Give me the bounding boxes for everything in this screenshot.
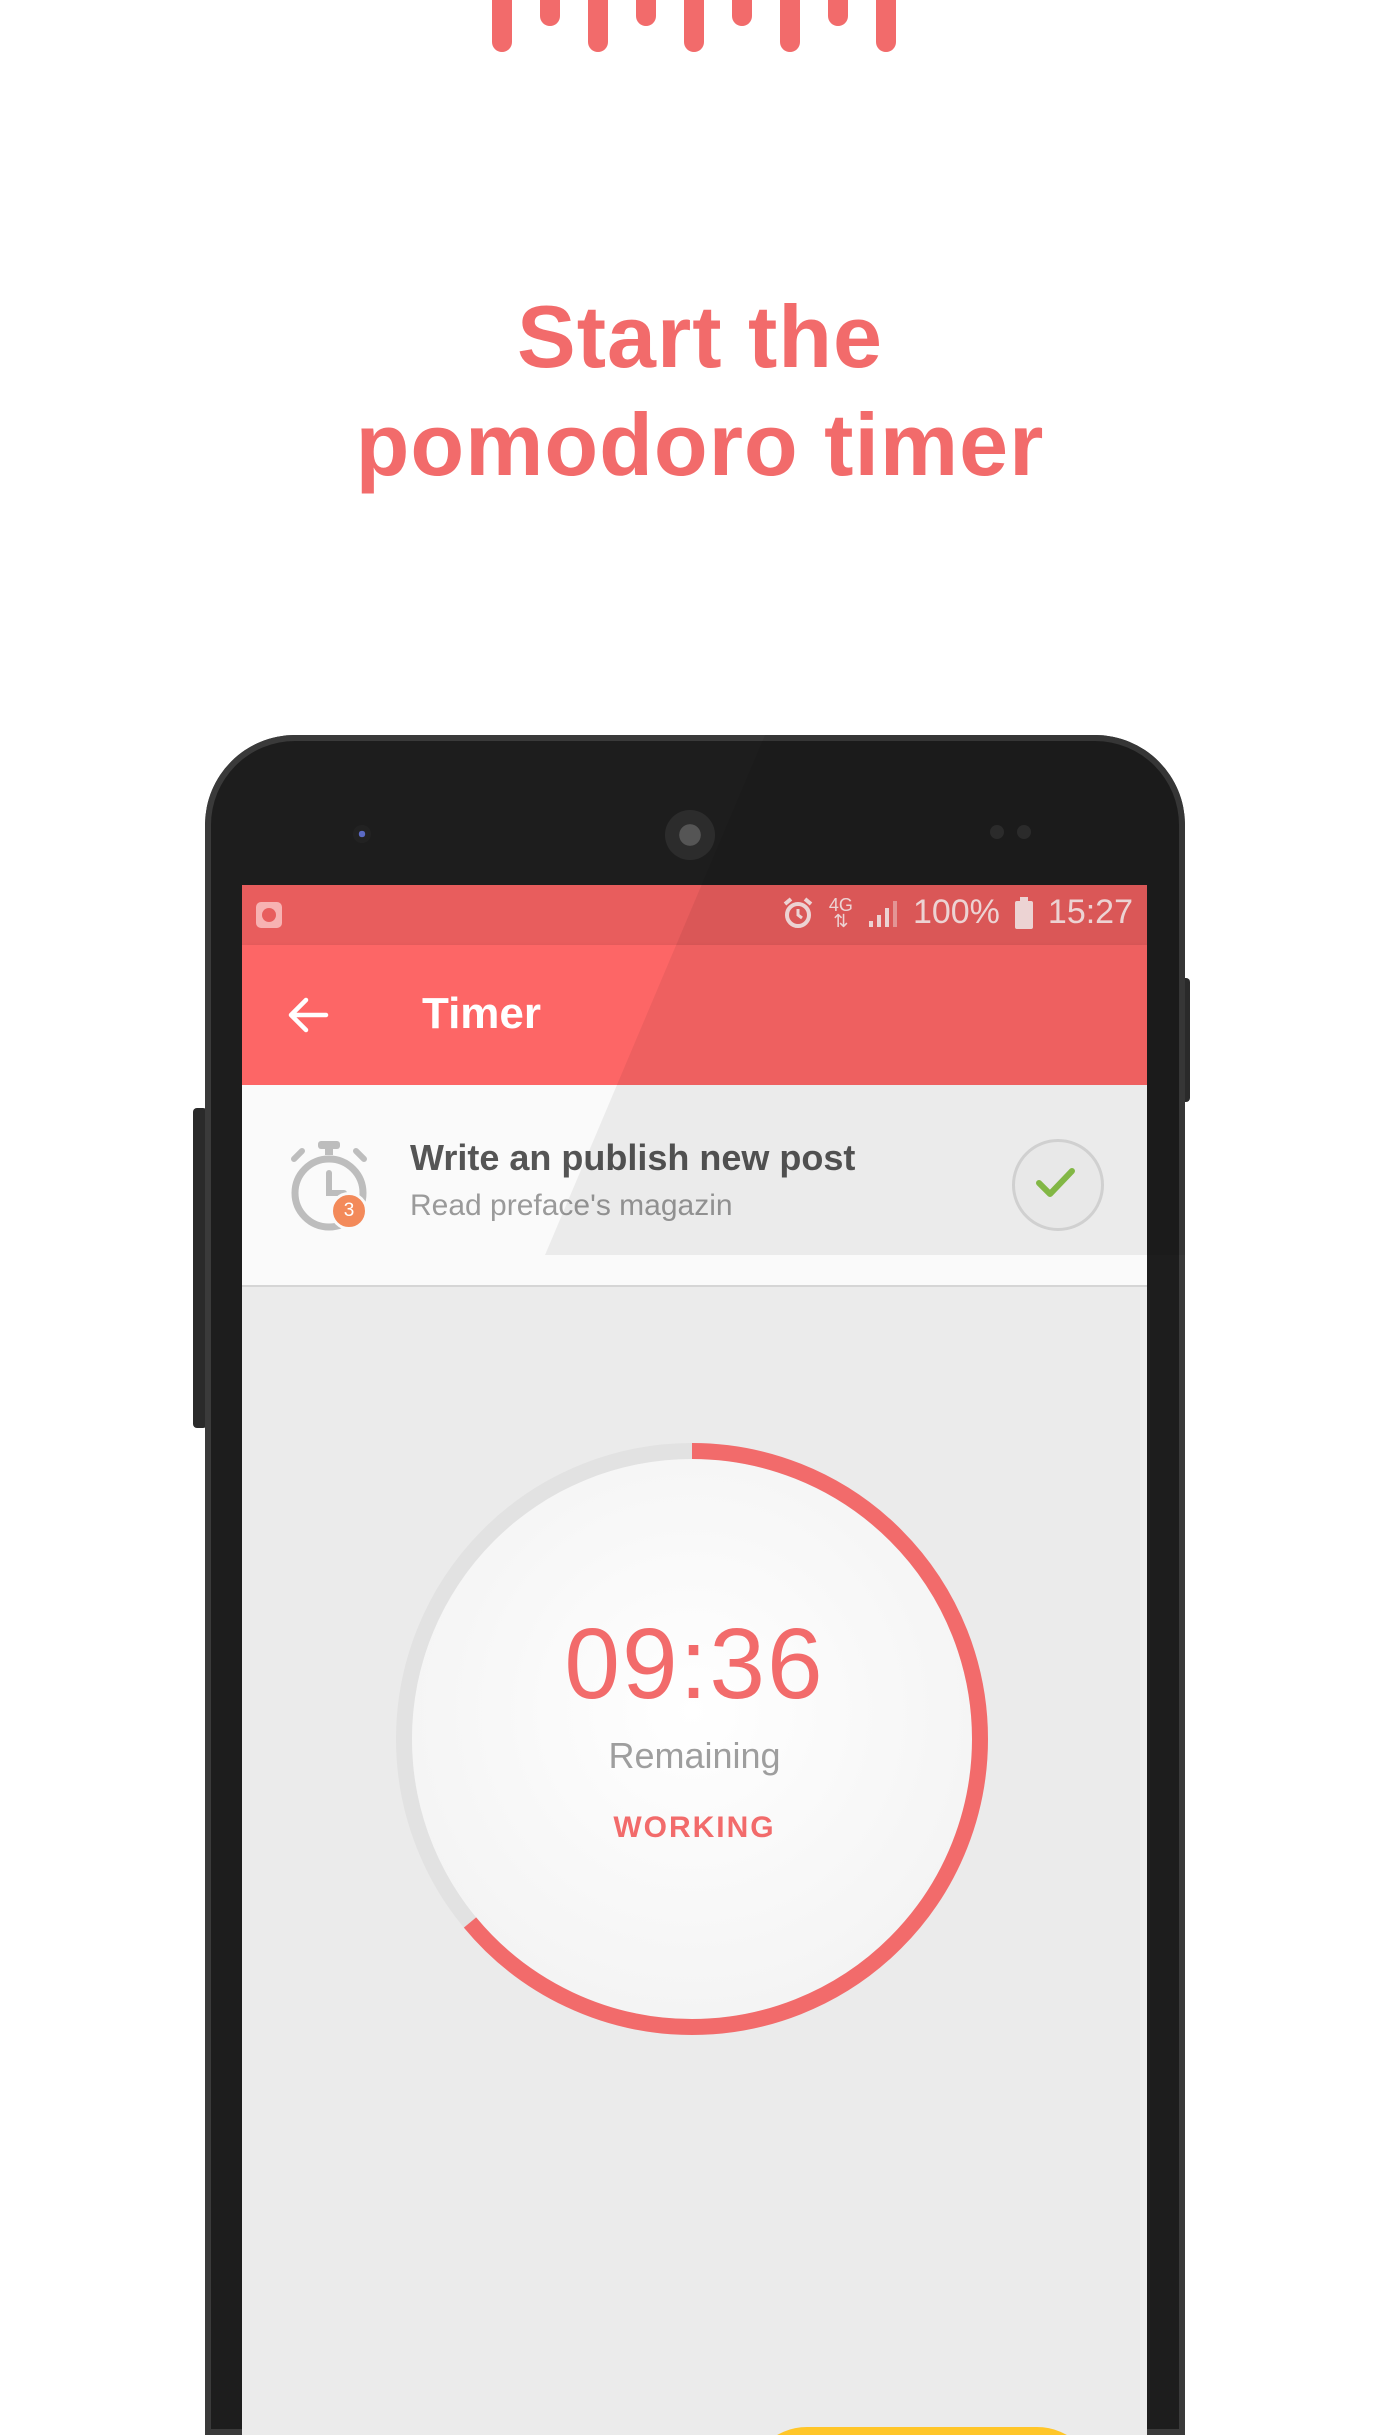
deco-bar [636,0,656,26]
phone-camera [353,825,371,843]
timer-action-button[interactable] [747,2427,1097,2435]
deco-bar [732,0,752,26]
decorative-bars [480,0,920,60]
signal-icon [868,900,897,927]
headline: Start the pomodoro timer [0,283,1400,499]
status-icons: 4G ⇅ 100% 15:27 [781,893,1133,932]
timer-remaining-label: Remaining [608,1735,781,1776]
phone-frame: 4G ⇅ 100% 15:27 Timer 3 Write an publish… [205,735,1185,2435]
checkmark-icon [1036,1168,1075,1197]
battery-percent: 100% [912,893,1000,931]
headline-line-1: Start the [517,287,883,386]
headline-line-2: pomodoro timer [355,395,1045,494]
app-notification-icon [256,902,282,928]
phone-sensor [990,825,1004,839]
timer-state: WORKING [613,1811,776,1844]
arrow-left-icon[interactable] [286,993,330,1037]
pomodoro-count-badge: 3 [330,1192,368,1230]
deco-bar [492,0,512,52]
deco-bar [588,0,608,52]
deco-bar [684,0,704,52]
status-time: 15:27 [1047,893,1133,931]
complete-task-button[interactable] [1012,1139,1104,1231]
task-title: Write an publish new post [410,1137,856,1178]
alarm-icon [783,896,813,928]
page-title: Timer [422,989,542,1038]
timer-time: 09:36 [564,1608,825,1720]
deco-bar [828,0,848,26]
task-card[interactable]: 3 Write an publish new post Read preface… [242,1085,1147,1287]
app-bar: Timer [242,945,1147,1085]
deco-bar [876,0,896,52]
task-subtitle: Read preface's magazin [410,1189,733,1222]
deco-bar [540,0,560,26]
phone-screen: 4G ⇅ 100% 15:27 Timer 3 Write an publish… [242,885,1147,2435]
deco-bar [780,0,800,52]
network-4g-icon: 4G ⇅ [828,894,853,931]
phone-speaker [665,810,715,860]
status-bar: 4G ⇅ 100% 15:27 [242,885,1147,945]
phone-sensor [1017,825,1031,839]
timer-area: 09:36 Remaining WORKING [242,1287,1147,2435]
battery-icon [1014,896,1033,929]
